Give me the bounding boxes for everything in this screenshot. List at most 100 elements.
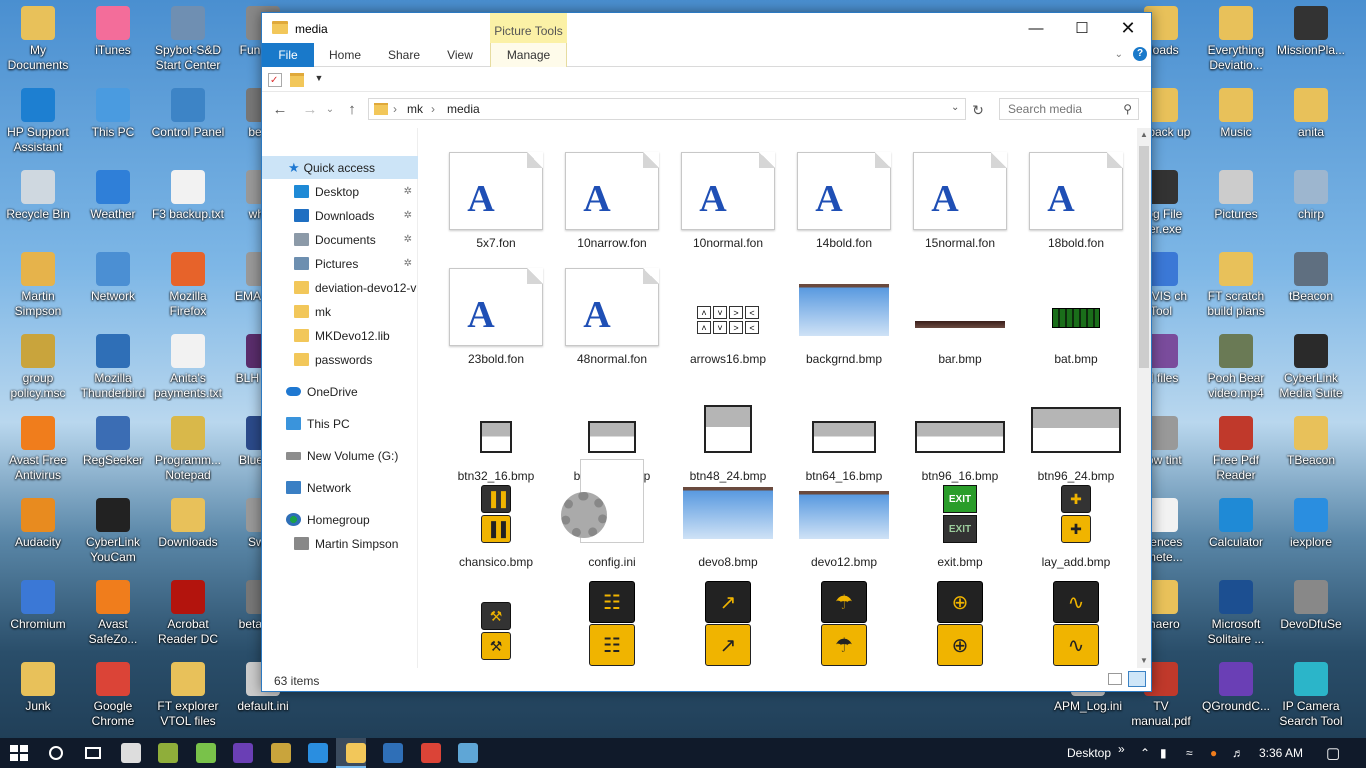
desktop-icon[interactable]: Pooh Bear video.mp4 [1198, 328, 1274, 408]
nav-homegroup-user[interactable]: Martin Simpson [262, 532, 418, 555]
clock[interactable]: 3:36 AM [1259, 746, 1303, 760]
desktop-icon[interactable]: Downloads [150, 492, 226, 572]
address-dropdown-icon[interactable]: ⌄ [951, 102, 959, 113]
nav-quick-access[interactable]: ★ Quick access [262, 156, 418, 179]
desktop-icon[interactable]: Calculator [1198, 492, 1274, 572]
desktop-icon[interactable]: Anita's payments.txt [150, 328, 226, 408]
file-item[interactable]: bat.bmp [1019, 256, 1133, 372]
nav-item[interactable]: Pictures ✲ [262, 252, 418, 275]
help-icon[interactable]: ? [1133, 47, 1147, 61]
large-icons-view-icon[interactable] [1128, 671, 1146, 687]
file-item[interactable]: devo12.bmp [787, 459, 901, 575]
volume-icon[interactable]: ♬ [1232, 746, 1244, 760]
mail-icon[interactable] [120, 743, 141, 763]
file-item[interactable]: ✚ ✚ lay_add.bmp [1019, 459, 1133, 575]
desktop-icon[interactable]: Microsoft Solitaire ... [1198, 574, 1274, 654]
search-input[interactable] [1008, 100, 1118, 118]
toolbar-expand-icon[interactable]: » [1118, 742, 1125, 756]
back-button[interactable]: ← [270, 101, 290, 119]
nav-item[interactable]: Downloads ✲ [262, 204, 418, 227]
desktop-icon[interactable]: Network [75, 246, 151, 326]
nav-item[interactable]: passwords [262, 348, 418, 371]
file-item[interactable]: A 10narrow.fon [555, 140, 669, 256]
tab-share[interactable]: Share [380, 43, 428, 67]
chrome-icon[interactable] [420, 743, 441, 763]
desktop-icon[interactable]: My Documents [0, 0, 76, 80]
battery-icon[interactable]: ▮ [1160, 746, 1167, 760]
file-item[interactable]: A 10normal.fon [671, 140, 785, 256]
desktop-icon[interactable]: CyberLink YouCam [75, 492, 151, 572]
pin-icon[interactable]: ✲ [404, 210, 412, 221]
desktop-icon[interactable]: Junk [0, 656, 76, 736]
properties-icon[interactable]: ✓ [268, 73, 282, 87]
file-item[interactable]: devo8.bmp [671, 459, 785, 575]
expand-ribbon-icon[interactable]: ⌄ [1115, 49, 1123, 60]
desktop-icon[interactable]: Music [1198, 82, 1274, 162]
desktop-icon[interactable]: tBeacon [1273, 246, 1349, 326]
desktop-icon[interactable]: iexplore [1273, 492, 1349, 572]
minimize-button[interactable]: — [1013, 13, 1059, 43]
desktop-icon[interactable]: iTunes [75, 0, 151, 80]
desktop-icon[interactable]: Mozilla Thunderbird [75, 328, 151, 408]
desktop-icon[interactable]: Martin Simpson [0, 246, 76, 326]
file-item[interactable]: ˄ ˅ ˃ ˂ ˄ ˅ ˃ ˂ arrows16.bmp [671, 256, 785, 372]
file-item[interactable]: ↗ ↗mnuexpdr.bmp [671, 576, 785, 668]
breadcrumb-media[interactable]: media [447, 102, 480, 116]
nav-item[interactable]: Desktop ✲ [262, 180, 418, 203]
desktop-icon[interactable]: FT explorer VTOL files [150, 656, 226, 736]
details-view-icon[interactable] [1108, 673, 1122, 685]
address-bar[interactable]: › mk › media ⌄ [368, 98, 966, 120]
file-item[interactable]: ☷ ☷mnucfg.bmp [555, 576, 669, 668]
file-item[interactable]: ☂ ☂mnufail.bmp [787, 576, 901, 668]
file-item[interactable]: bar.bmp [903, 256, 1017, 372]
desktop-icon[interactable]: Avast SafeZo... [75, 574, 151, 654]
app-icon[interactable] [158, 743, 178, 763]
file-item[interactable]: config.ini [555, 459, 669, 575]
desktop-icon[interactable]: group policy.msc [0, 328, 76, 408]
scroll-up-icon[interactable]: ▲ [1137, 128, 1151, 142]
customize-toolbar-icon[interactable]: ▼ [312, 73, 326, 87]
desktop-icon[interactable]: IP Camera Search Tool [1273, 656, 1349, 736]
desktop-icon[interactable]: Free Pdf Reader [1198, 410, 1274, 490]
desktop-icon[interactable]: HP Support Assistant [0, 82, 76, 162]
file-item[interactable]: ▐▐ ▐▐ chansico.bmp [439, 459, 553, 575]
nav-item[interactable]: Documents ✲ [262, 228, 418, 251]
pin-icon[interactable]: ✲ [404, 234, 412, 245]
chevron-right-icon[interactable]: › [431, 102, 435, 116]
desktop-icon[interactable]: chirp [1273, 164, 1349, 244]
search-icon[interactable]: ⚲ [1123, 102, 1132, 116]
refresh-icon[interactable]: ↻ [968, 101, 988, 119]
app-icon[interactable] [195, 743, 216, 763]
nav-onedrive[interactable]: OneDrive [262, 380, 418, 403]
wifi-icon[interactable]: ≈ [1186, 746, 1193, 760]
search-box[interactable]: ⚲ [999, 98, 1139, 120]
notifications-icon[interactable]: ▢ [1326, 744, 1340, 762]
file-item[interactable]: A 15normal.fon [903, 140, 1017, 256]
tab-manage[interactable]: Manage [490, 43, 567, 67]
file-item[interactable]: A 18bold.fon [1019, 140, 1133, 256]
scrollbar-thumb[interactable] [1139, 146, 1149, 368]
app-icon[interactable] [270, 743, 291, 763]
new-folder-icon[interactable] [290, 73, 304, 87]
show-hidden-icons[interactable]: ⌃ [1140, 746, 1150, 760]
recent-locations-icon[interactable]: ⌄ [320, 101, 340, 119]
desktop-icon[interactable]: anita [1273, 82, 1349, 162]
file-item[interactable]: backgrnd.bmp [787, 256, 901, 372]
forward-button[interactable]: → [300, 101, 320, 119]
nav-item[interactable]: mk [262, 300, 418, 323]
nav-new-volume[interactable]: New Volume (G:) [262, 444, 418, 467]
tab-home[interactable]: Home [322, 43, 368, 67]
cortana-icon[interactable] [46, 743, 66, 763]
desktop-icon[interactable]: Mozilla Firefox [150, 246, 226, 326]
desktop-icon[interactable]: Google Chrome [75, 656, 151, 736]
app-icon[interactable] [458, 743, 478, 763]
task-view-icon[interactable] [83, 743, 103, 763]
desktop-icon[interactable]: Programm... Notepad [150, 410, 226, 490]
file-item[interactable]: ⊕ ⊕mnugyro.bmp [903, 576, 1017, 668]
desktop-icon[interactable]: FT scratch build plans [1198, 246, 1274, 326]
desktop-toolbar-label[interactable]: Desktop [1067, 746, 1111, 760]
avast-tray-icon[interactable]: ● [1210, 746, 1217, 760]
app-icon[interactable] [233, 743, 253, 763]
file-item[interactable]: A 23bold.fon [439, 256, 553, 372]
desktop-icon[interactable]: This PC [75, 82, 151, 162]
